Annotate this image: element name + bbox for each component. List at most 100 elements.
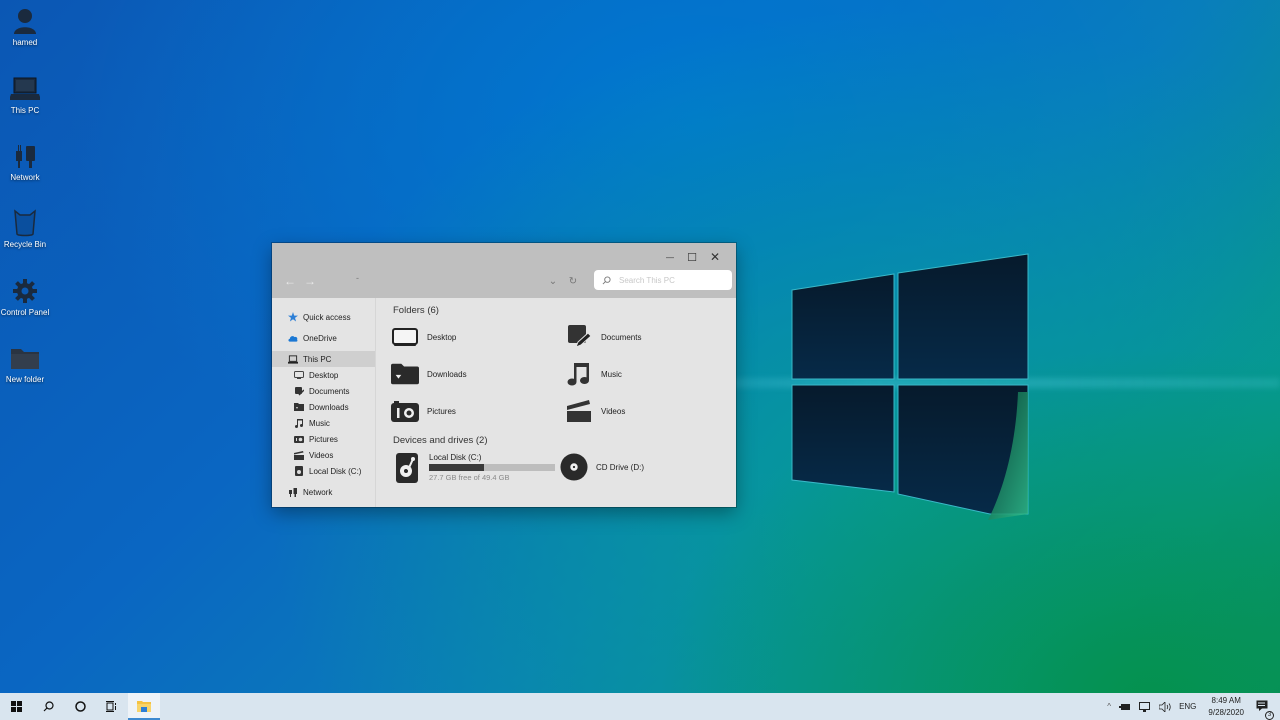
show-hidden-icons-button[interactable]: ^ [1103, 702, 1115, 711]
start-icon [10, 701, 22, 712]
sidebar-item-label: Downloads [309, 402, 349, 412]
desktop-icon-user[interactable]: hamed [0, 6, 50, 47]
refresh-icon: ↻ [568, 275, 578, 287]
sidebar-item-music[interactable]: Music [272, 415, 375, 431]
taskbar-file-explorer[interactable] [128, 693, 160, 720]
maximize-icon: ☐ [687, 251, 697, 264]
maximize-button[interactable]: ☐ [680, 246, 704, 268]
chevron-down-icon: ⌄ [548, 275, 558, 287]
clock-date: 9/28/2020 [1208, 707, 1244, 717]
sidebar-item-local-disk[interactable]: Local Disk (C:) [272, 463, 375, 479]
desktop-icon-recycle-bin[interactable]: Recycle Bin [0, 208, 50, 249]
gear-icon [10, 276, 40, 306]
folder-label: Pictures [427, 406, 456, 416]
sidebar-item-videos[interactable]: Videos [272, 447, 375, 463]
desktop-icon-network[interactable]: Network [0, 141, 50, 182]
network-icon [288, 487, 298, 497]
folder-tile-documents[interactable]: Documents [565, 323, 641, 351]
minimize-button[interactable]: — [658, 246, 682, 268]
cortana-circle-icon [74, 701, 86, 712]
sidebar-item-label: Videos [309, 450, 334, 460]
sidebar-item-network[interactable]: Network [272, 484, 375, 500]
laptop-icon [288, 354, 298, 364]
hard-disk-icon [393, 452, 421, 483]
refresh-button[interactable]: ↻ [565, 273, 581, 289]
drives-section-title[interactable]: Devices and drives (2) [393, 435, 488, 446]
drive-usage-fill [429, 464, 485, 471]
sidebar-item-label: Network [303, 487, 333, 497]
cd-drive-icon [560, 453, 588, 481]
task-view-button[interactable] [96, 693, 128, 720]
music-icon [294, 418, 304, 428]
battery-button[interactable] [1115, 703, 1135, 711]
monitor-icon [294, 370, 304, 380]
sidebar-item-onedrive[interactable]: OneDrive [272, 330, 375, 346]
folder-tile-pictures[interactable]: Pictures [391, 397, 456, 425]
desktop-icon-new-folder[interactable]: New folder [0, 343, 50, 384]
camera-icon [294, 434, 304, 444]
sidebar-item-downloads[interactable]: Downloads [272, 399, 375, 415]
folder-tile-music[interactable]: Music [565, 360, 622, 388]
drive-free-space: 27.7 GB free of 49.4 GB [429, 473, 510, 482]
cloud-icon [288, 333, 298, 343]
sidebar-item-this-pc[interactable]: This PC [272, 351, 375, 367]
desktop-icon-this-pc[interactable]: This PC [0, 74, 50, 115]
file-explorer-window: — ☐ ✕ ← → - ⌄ ↻ Quick access OneDrive Th… [272, 243, 736, 507]
download-folder-icon [294, 402, 304, 412]
network-status-button[interactable] [1135, 701, 1155, 712]
volume-icon [1159, 701, 1171, 712]
volume-button[interactable] [1155, 701, 1175, 712]
arrow-left-icon: ← [284, 274, 296, 288]
drive-tile-cd-drive[interactable]: CD Drive (D:) [560, 453, 644, 481]
folder-label: Documents [601, 332, 642, 342]
drive-tile-local-disk[interactable]: Local Disk (C:) 27.7 GB free of 49.4 GB [393, 452, 555, 483]
desktop-icon-control-panel[interactable]: Control Panel [0, 276, 50, 317]
sidebar-item-pictures[interactable]: Pictures [272, 431, 375, 447]
user-icon [10, 6, 40, 36]
forward-button[interactable]: → [302, 273, 318, 289]
sidebar-item-label: Quick access [303, 312, 351, 322]
sidebar-item-desktop[interactable]: Desktop [272, 367, 375, 383]
drive-label: Local Disk (C:) [429, 453, 482, 462]
sidebar-item-label: Desktop [309, 370, 339, 380]
cortana-button[interactable] [64, 693, 96, 720]
address-bar[interactable]: - [356, 273, 359, 283]
folder-tile-desktop[interactable]: Desktop [391, 323, 456, 351]
search-button[interactable] [32, 693, 64, 720]
drive-usage-bar [429, 464, 555, 471]
folder-tile-videos[interactable]: Videos [565, 397, 625, 425]
desktop-icon-label: Network [10, 173, 40, 182]
folder-tile-downloads[interactable]: Downloads [391, 360, 467, 388]
clock-button[interactable]: 8:49 AM 9/28/2020 [1200, 695, 1252, 719]
search-icon [602, 275, 611, 284]
action-center-button[interactable]: 3 [1252, 700, 1280, 720]
folder-label: Music [601, 369, 622, 379]
recycle-bin-icon [10, 208, 40, 238]
navigation-pane: Quick access OneDrive This PC Desktop Do… [272, 298, 376, 507]
sidebar-item-documents[interactable]: Documents [272, 383, 375, 399]
start-button[interactable] [0, 693, 32, 720]
content-pane: Folders (6) Desktop Documents Downloads … [377, 298, 736, 507]
minimize-icon: — [666, 252, 674, 262]
star-icon [288, 312, 298, 322]
search-input[interactable] [619, 275, 719, 285]
back-button[interactable]: ← [282, 273, 298, 289]
close-button[interactable]: ✕ [703, 246, 727, 268]
input-language-button[interactable]: ENG [1175, 702, 1200, 711]
system-tray: ^ ENG 8:49 AM 9/28/2020 3 [1103, 693, 1280, 720]
recent-locations-button[interactable]: ⌄ [545, 273, 561, 289]
laptop-icon [10, 74, 40, 104]
network-icon [10, 141, 40, 171]
camera-icon [391, 397, 419, 425]
task-view-icon [106, 701, 116, 712]
close-icon: ✕ [709, 250, 721, 264]
taskbar: ^ ENG 8:49 AM 9/28/2020 3 [0, 693, 1280, 720]
desktop-icon-label: New folder [5, 375, 45, 384]
clapper-icon [565, 397, 593, 425]
title-bar[interactable]: — ☐ ✕ ← → - ⌄ ↻ [272, 243, 736, 298]
search-box[interactable] [594, 270, 732, 290]
document-icon [565, 323, 593, 351]
folders-section-title[interactable]: Folders (6) [393, 305, 439, 316]
sidebar-item-quick-access[interactable]: Quick access [272, 309, 375, 325]
windows-logo-wallpaper [791, 253, 1029, 520]
